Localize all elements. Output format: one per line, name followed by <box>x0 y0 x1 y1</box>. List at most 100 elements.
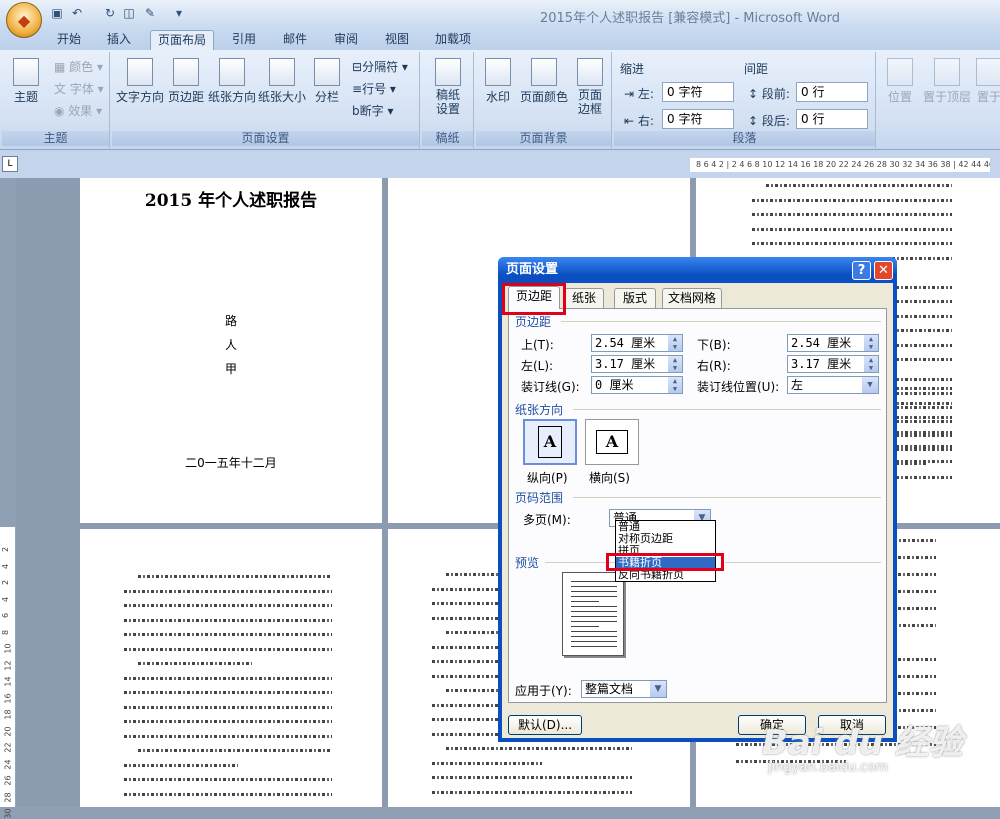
spinner-icon[interactable]: ▲ ▼ <box>864 356 878 372</box>
spacing-after-spinner[interactable]: 0 行 <box>796 109 868 129</box>
send-to-back-button[interactable]: 置于 <box>974 58 1000 105</box>
spacing-before-spinner[interactable]: 0 行 <box>796 82 868 102</box>
preview-line <box>571 606 617 607</box>
option-mirror-margins[interactable]: 对称页边距 <box>616 533 715 545</box>
chevron-down-icon[interactable]: ▼ <box>862 377 878 393</box>
apply-to-select[interactable]: 整篇文档 ▼ <box>581 680 667 698</box>
breaks-button[interactable]: ⊟分隔符 ▾ <box>352 58 408 75</box>
text-line <box>896 420 952 423</box>
tab-selector-icon[interactable]: L <box>2 156 18 172</box>
tab-review[interactable]: 审阅 <box>327 30 365 50</box>
left-margin-field[interactable]: 3.17 厘米 ▲ ▼ <box>591 355 683 373</box>
indent-right-spinner[interactable]: 0 字符 <box>662 109 734 129</box>
tab-layout[interactable]: 版式 <box>614 288 656 308</box>
ruler-tick-label: 6 <box>1 612 11 619</box>
tab-insert[interactable]: 插入 <box>100 30 138 50</box>
bottom-margin-field[interactable]: 2.54 厘米 ▲ ▼ <box>787 334 879 352</box>
chevron-down-icon[interactable]: ▼ <box>650 681 666 697</box>
preview-line <box>571 586 617 587</box>
theme-fonts-button[interactable]: 文 字体 ▾ <box>54 80 104 97</box>
ruler-tick-label: 2 <box>1 579 11 586</box>
preview-line <box>571 601 599 602</box>
ruler-tick-label: 4 <box>1 596 11 602</box>
bottom-margin-value: 2.54 厘米 <box>791 336 852 350</box>
bring-front-icon <box>934 58 960 86</box>
orientation-button[interactable]: 纸张方向 <box>208 58 256 105</box>
preview-page <box>562 572 624 656</box>
group-background: 水印 页面颜色 页面边框 页面背景 <box>476 52 612 148</box>
page-1[interactable]: 2015 年个人述职报告 路 人 甲 二0一五年十二月 <box>80 178 382 523</box>
spinner-icon[interactable]: ▲ ▼ <box>864 335 878 351</box>
spacing-heading: 间距 <box>744 62 769 76</box>
vertical-ruler[interactable]: 2 4 2 4 6 8 10 12 14 16 18 20 22 24 26 28 30 <box>0 527 16 819</box>
group-arrange: 位置 置于顶层 置于 <box>878 52 1000 148</box>
portrait-option[interactable]: A <box>523 419 577 465</box>
help-icon[interactable]: ? <box>852 261 871 280</box>
text-line <box>138 662 253 665</box>
group-theme: 主题 ▦ 颜色 ▾ 文 字体 ▾ ◉ 效果 ▾ 主题 <box>2 52 110 148</box>
tab-home[interactable]: 开始 <box>50 30 88 50</box>
close-icon[interactable]: ✕ <box>874 261 893 280</box>
gutter-position-select[interactable]: 左 ▼ <box>787 376 879 394</box>
preview-line <box>571 621 617 622</box>
top-margin-label: 上(T): <box>521 338 554 352</box>
tab-page-layout[interactable]: 页面布局 <box>150 30 214 50</box>
hyphenation-button[interactable]: b断字 ▾ <box>352 102 393 119</box>
line-numbers-button[interactable]: ≡行号 ▾ <box>352 80 396 97</box>
page-color-button[interactable]: 页面颜色 <box>518 58 570 105</box>
ruler-tick-label: 24 <box>3 758 13 770</box>
gutter-field[interactable]: 0 厘米 ▲ ▼ <box>591 376 683 394</box>
highlight-margins-tab <box>502 283 566 315</box>
watermark-button[interactable]: 水印 <box>480 58 516 105</box>
text-line <box>124 618 332 622</box>
text-direction-button[interactable]: 文字方向 <box>116 58 164 105</box>
tab-paper[interactable]: 纸张 <box>564 288 604 308</box>
tab-doc-grid[interactable]: 文档网格 <box>662 288 722 308</box>
theme-effects-button[interactable]: ◉ 效果 ▾ <box>54 102 102 119</box>
office-button[interactable]: ◆ <box>6 2 42 38</box>
columns-button[interactable]: 分栏 <box>310 58 344 105</box>
themes-label: 主题 <box>13 90 38 104</box>
top-margin-field[interactable]: 2.54 厘米 ▲ ▼ <box>591 334 683 352</box>
multiple-pages-dropdown[interactable]: 普通 对称页边距 拼页 书籍折页 反向书籍折页 <box>615 520 716 582</box>
gutter-value: 0 厘米 <box>595 378 634 392</box>
horizontal-ruler[interactable]: 8 6 4 2 | 2 4 6 8 10 12 14 16 18 20 22 2… <box>690 158 990 172</box>
spinner-icon[interactable]: ▲ ▼ <box>668 335 682 351</box>
ribbon-tabs: 开始 插入 页面布局 引用 邮件 审阅 视图 加载项 <box>0 28 1000 50</box>
indent-right-text: 右: <box>637 114 654 128</box>
author-char-2: 人 <box>224 338 237 352</box>
spinner-icon[interactable]: ▲ ▼ <box>668 356 682 372</box>
position-button[interactable]: 位置 <box>882 58 918 105</box>
office-logo-icon: ◆ <box>17 10 31 30</box>
draft-settings-button[interactable]: 稿纸设置 <box>428 58 468 116</box>
right-margin-field[interactable]: 3.17 厘米 ▲ ▼ <box>787 355 879 373</box>
group-draft-label: 稿纸 <box>422 131 473 146</box>
gutter-label: 装订线(G): <box>521 380 580 394</box>
tab-addins[interactable]: 加载项 <box>430 30 476 50</box>
group-draft: 稿纸设置 稿纸 <box>422 52 474 148</box>
text-line <box>896 378 952 381</box>
landscape-option[interactable]: A <box>585 419 639 465</box>
text-line <box>766 184 952 187</box>
tab-references[interactable]: 引用 <box>225 30 263 50</box>
multiple-pages-label: 多页(M): <box>523 513 571 527</box>
themes-button[interactable]: 主题 <box>6 58 46 105</box>
right-margin-label: 右(R): <box>697 359 731 373</box>
page-borders-button[interactable]: 页面边框 <box>572 58 608 116</box>
dialog-title: 页面设置 <box>498 257 897 283</box>
tab-view[interactable]: 视图 <box>378 30 416 50</box>
spinner-icon[interactable]: ▲ ▼ <box>668 377 682 393</box>
default-button[interactable]: 默认(D)... <box>508 715 582 735</box>
indent-left-spinner[interactable]: 0 字符 <box>662 82 734 102</box>
page-4[interactable] <box>80 529 382 807</box>
option-normal[interactable]: 普通 <box>616 521 715 533</box>
ruler-tick-label: 16 <box>3 692 13 704</box>
text-line <box>138 575 332 578</box>
preview-line <box>571 611 617 612</box>
bring-to-front-button[interactable]: 置于顶层 <box>922 58 972 105</box>
margins-button[interactable]: 页边距 <box>166 58 206 105</box>
tab-mailings[interactable]: 邮件 <box>276 30 314 50</box>
theme-colors-button[interactable]: ▦ 颜色 ▾ <box>54 58 103 75</box>
text-line <box>432 761 542 765</box>
size-button[interactable]: 纸张大小 <box>258 58 306 105</box>
